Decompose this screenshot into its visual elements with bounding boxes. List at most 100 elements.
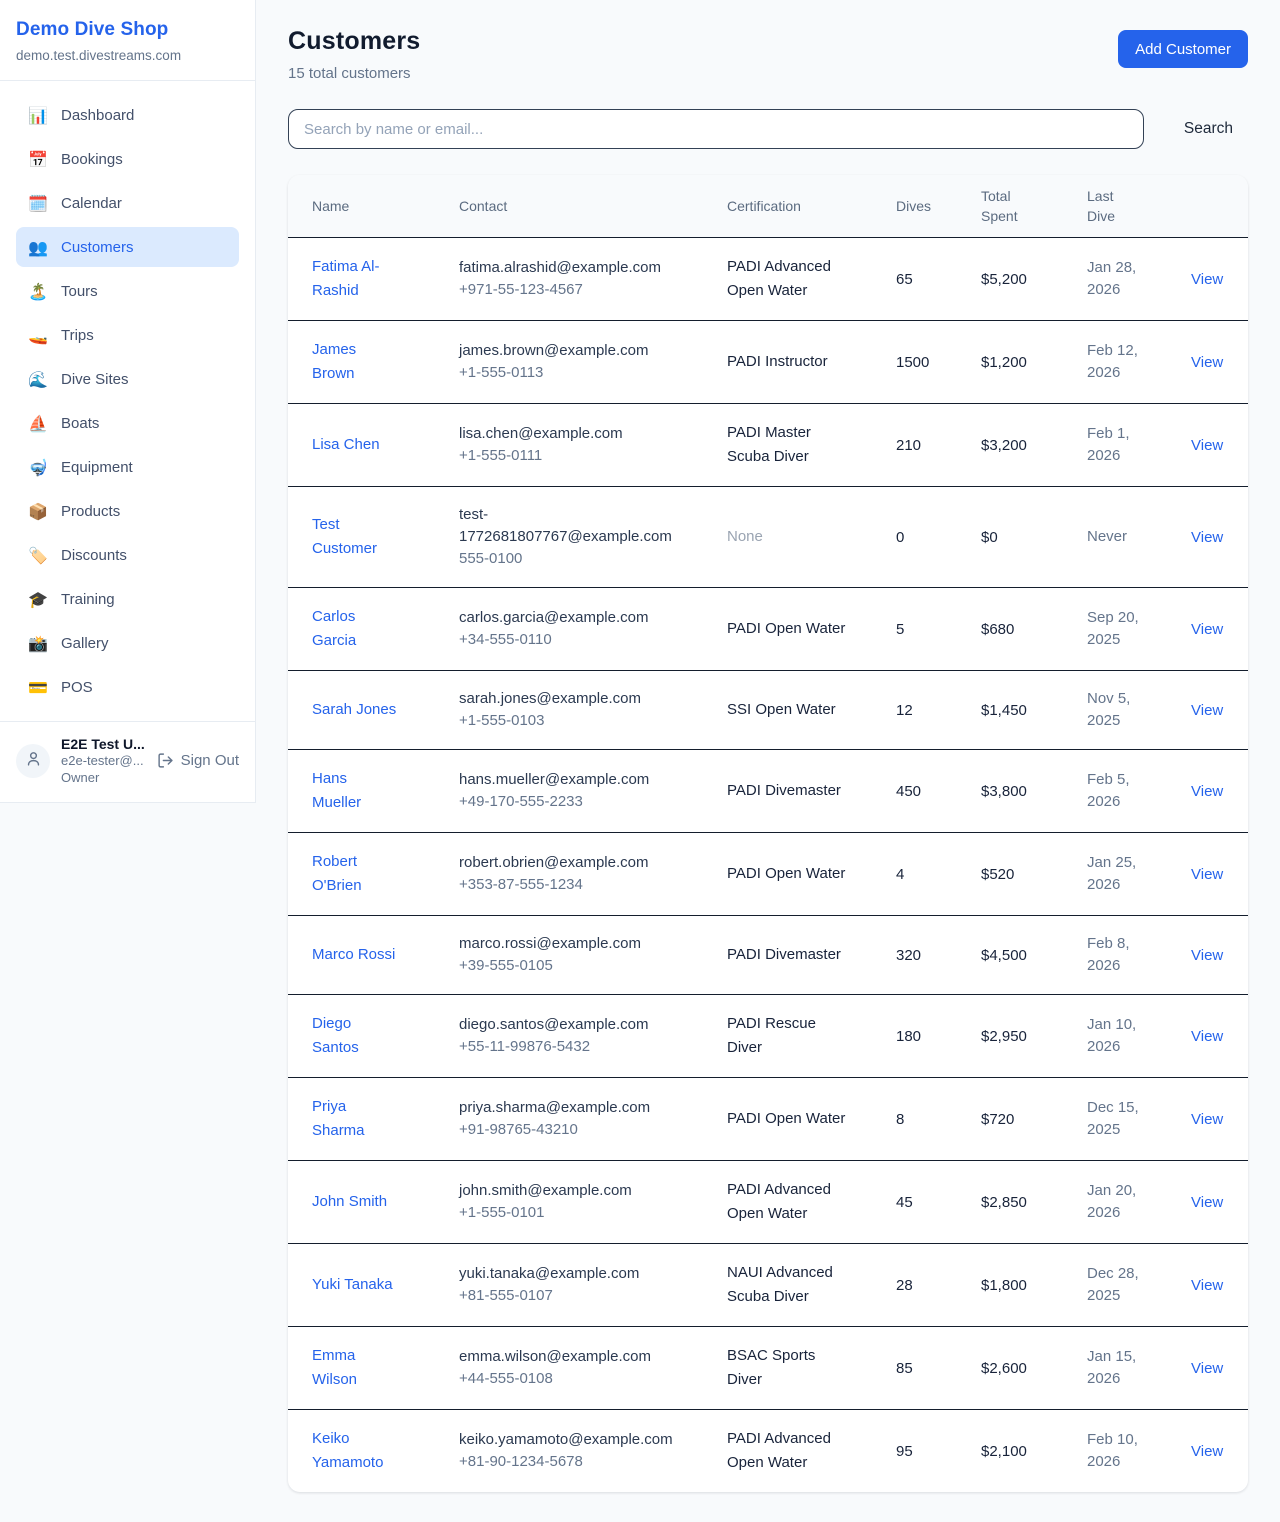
customer-email: fatima.alrashid@example.com [459,257,691,279]
customer-email: test-1772681807767@example.com [459,504,691,548]
table-row: Robert O'Brien robert.obrien@example.com… [288,833,1248,916]
sidebar-item-calendar[interactable]: 🗓️ Calendar [16,183,239,223]
sidebar-item-pos[interactable]: 💳 POS [16,667,239,707]
customer-certification: PADI Open Water [727,617,845,641]
view-link[interactable]: View [1191,1277,1223,1294]
customer-name-link[interactable]: Marco Rossi [312,943,395,967]
customer-last-dive: Feb 8, 2026 [1087,933,1157,977]
table-row: Marco Rossi marco.rossi@example.com +39-… [288,916,1248,995]
sidebar-item-dashboard[interactable]: 📊 Dashboard [16,95,239,135]
view-link[interactable]: View [1191,866,1223,883]
customer-last-dive: Feb 5, 2026 [1087,769,1157,813]
customer-total-spent: $1,800 [969,1244,1075,1327]
customer-phone: +971-55-123-4567 [459,279,703,301]
sidebar-item-tours[interactable]: 🏝️ Tours [16,271,239,311]
view-link[interactable]: View [1191,1360,1223,1377]
customer-name-link[interactable]: Robert O'Brien [312,850,398,898]
sidebar-item-gallery[interactable]: 📸 Gallery [16,623,239,663]
customer-email: priya.sharma@example.com [459,1097,691,1119]
view-link[interactable]: View [1191,529,1223,546]
customer-name-link[interactable]: Test Customer [312,513,398,561]
customer-phone: +81-90-1234-5678 [459,1451,703,1473]
customer-name-link[interactable]: Priya Sharma [312,1095,398,1143]
customer-total-spent: $2,600 [969,1327,1075,1410]
customer-name-link[interactable]: Diego Santos [312,1012,398,1060]
customer-name-link[interactable]: Carlos Garcia [312,605,398,653]
customer-name-link[interactable]: Fatima Al-Rashid [312,255,398,303]
customer-phone: +34-555-0110 [459,629,703,651]
customer-dives: 1500 [884,321,969,404]
customer-total-spent: $2,950 [969,995,1075,1078]
customer-certification: BSAC Sports Diver [727,1344,851,1392]
view-link[interactable]: View [1191,947,1223,964]
customer-dives: 95 [884,1410,969,1493]
customer-total-spent: $2,850 [969,1161,1075,1244]
customer-certification: PADI Rescue Diver [727,1012,851,1060]
customer-phone: +49-170-555-2233 [459,791,703,813]
view-link[interactable]: View [1191,1443,1223,1460]
customer-last-dive: Nov 5, 2025 [1087,688,1157,732]
customer-email: marco.rossi@example.com [459,933,691,955]
view-link[interactable]: View [1191,621,1223,638]
customer-dives: 5 [884,588,969,671]
sidebar-item-training[interactable]: 🎓 Training [16,579,239,619]
view-link[interactable]: View [1191,271,1223,288]
customer-certification: PADI Master Scuba Diver [727,421,851,469]
dashboard-icon: 📊 [28,106,48,125]
discounts-icon: 🏷️ [28,546,48,565]
page-header-text: Customers 15 total customers [288,27,420,82]
customer-total-spent: $720 [969,1078,1075,1161]
user-icon [25,750,42,772]
sidebar-item-customers[interactable]: 👥 Customers [16,227,239,267]
view-link[interactable]: View [1191,1111,1223,1128]
sidebar-item-dive-sites[interactable]: 🌊 Dive Sites [16,359,239,399]
customer-total-spent: $3,200 [969,404,1075,487]
customer-total-spent: $520 [969,833,1075,916]
customer-phone: +1-555-0113 [459,362,703,384]
boats-icon: ⛵ [28,414,48,433]
table-row: John Smith john.smith@example.com +1-555… [288,1161,1248,1244]
sign-out-button[interactable]: Sign Out [157,752,239,769]
customer-dives: 28 [884,1244,969,1327]
sidebar-item-trips[interactable]: 🚤 Trips [16,315,239,355]
table-header: Name Contact Certification Dives Total S… [288,175,1248,238]
customer-certification: None [727,525,763,549]
sidebar-item-equipment[interactable]: 🤿 Equipment [16,447,239,487]
customer-last-dive: Jan 15, 2026 [1087,1346,1157,1390]
customer-name-link[interactable]: Keiko Yamamoto [312,1427,398,1475]
customer-certification: SSI Open Water [727,698,836,722]
customer-dives: 65 [884,238,969,321]
customers-table-card: Name Contact Certification Dives Total S… [288,175,1248,1492]
customer-name-link[interactable]: Yuki Tanaka [312,1273,393,1297]
column-header-contact: Contact [447,175,715,238]
customer-name-link[interactable]: Lisa Chen [312,433,380,457]
column-header-dives: Dives [884,175,969,238]
table-row: Sarah Jones sarah.jones@example.com +1-5… [288,671,1248,750]
sidebar-item-boats[interactable]: ⛵ Boats [16,403,239,443]
customer-name-link[interactable]: Sarah Jones [312,698,396,722]
user-info: E2E Test U... e2e-tester@... Owner [61,735,146,787]
view-link[interactable]: View [1191,783,1223,800]
customer-certification: PADI Divemaster [727,943,841,967]
customer-dives: 450 [884,750,969,833]
view-link[interactable]: View [1191,702,1223,719]
view-link[interactable]: View [1191,354,1223,371]
customer-name-link[interactable]: Emma Wilson [312,1344,398,1392]
sidebar-item-discounts[interactable]: 🏷️ Discounts [16,535,239,575]
customer-email: keiko.yamamoto@example.com [459,1429,691,1451]
add-customer-button[interactable]: Add Customer [1118,30,1248,68]
customer-email: yuki.tanaka@example.com [459,1263,691,1285]
sidebar-item-bookings[interactable]: 📅 Bookings [16,139,239,179]
customer-certification: PADI Open Water [727,862,845,886]
customer-name-link[interactable]: James Brown [312,338,398,386]
page-title: Customers [288,27,420,56]
view-link[interactable]: View [1191,1194,1223,1211]
customer-name-link[interactable]: John Smith [312,1190,387,1214]
search-button[interactable]: Search [1169,120,1248,138]
sidebar-item-products[interactable]: 📦 Products [16,491,239,531]
customer-email: sarah.jones@example.com [459,688,691,710]
view-link[interactable]: View [1191,1028,1223,1045]
search-input[interactable] [288,109,1144,149]
customer-name-link[interactable]: Hans Mueller [312,767,398,815]
view-link[interactable]: View [1191,437,1223,454]
